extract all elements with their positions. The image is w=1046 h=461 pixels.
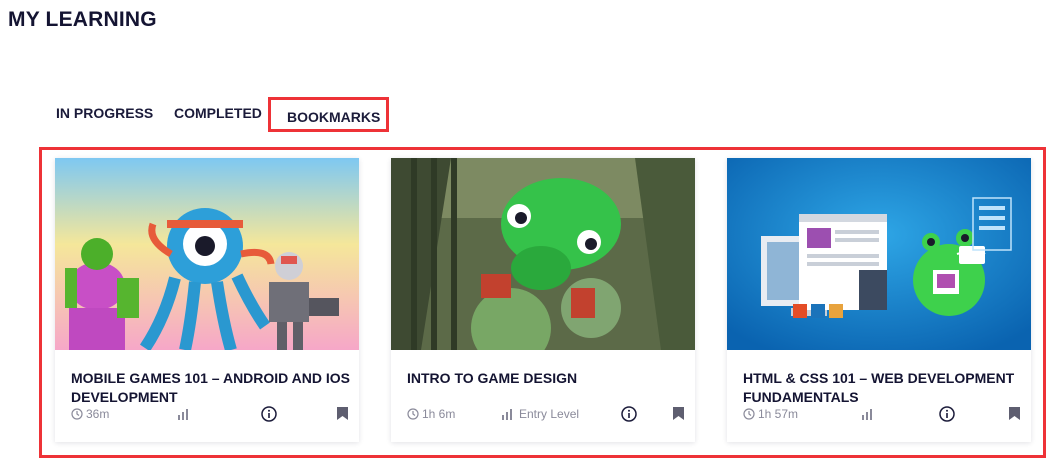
course-title[interactable]: INTRO TO GAME DESIGN: [407, 369, 687, 388]
tab-in-progress[interactable]: IN PROGRESS: [56, 96, 153, 132]
clock-icon: [71, 408, 83, 420]
course-thumbnail-game-design: [391, 158, 695, 350]
level: [861, 404, 879, 424]
page-title: MY LEARNING: [8, 8, 157, 31]
course-thumbnail-html-css: [727, 158, 1031, 350]
level-bars-icon: [502, 409, 512, 420]
bookmark-icon[interactable]: [673, 407, 684, 420]
course-card-html-css[interactable]: HTML & CSS 101 – WEB DEVELOPMENT FUNDAME…: [727, 158, 1031, 442]
course-thumbnail-mobile-games: [55, 158, 359, 350]
duration: 1h 57m: [743, 404, 798, 424]
clock-icon: [743, 408, 755, 420]
level: [177, 404, 195, 424]
duration-text: 36m: [86, 407, 110, 421]
course-card-game-design[interactable]: INTRO TO GAME DESIGN 1h 6m Entry Level: [391, 158, 695, 442]
clock-icon: [407, 408, 419, 420]
duration: 1h 6m: [407, 404, 455, 424]
bookmark-icon[interactable]: [337, 407, 348, 420]
course-card-mobile-games[interactable]: MOBILE GAMES 101 – ANDROID AND IOS DEVEL…: [55, 158, 359, 442]
course-meta: 1h 6m Entry Level: [391, 404, 695, 424]
course-title[interactable]: HTML & CSS 101 – WEB DEVELOPMENT FUNDAME…: [743, 369, 1023, 407]
duration: 36m: [71, 404, 109, 424]
info-icon[interactable]: [621, 406, 637, 422]
info-icon[interactable]: [261, 406, 277, 422]
level-bars-icon: [178, 409, 188, 420]
course-meta: 36m: [55, 404, 359, 424]
bookmark-icon[interactable]: [1009, 407, 1020, 420]
tab-bookmarks[interactable]: BOOKMARKS: [268, 97, 389, 132]
duration-text: 1h 57m: [758, 407, 799, 421]
duration-text: 1h 6m: [422, 407, 456, 421]
level-bars-icon: [862, 409, 872, 420]
info-icon[interactable]: [939, 406, 955, 422]
level-text: Entry Level: [519, 407, 580, 421]
level: Entry Level: [501, 404, 579, 424]
tab-completed[interactable]: COMPLETED: [174, 96, 262, 132]
course-meta: 1h 57m: [727, 404, 1031, 424]
course-title[interactable]: MOBILE GAMES 101 – ANDROID AND IOS DEVEL…: [71, 369, 351, 407]
